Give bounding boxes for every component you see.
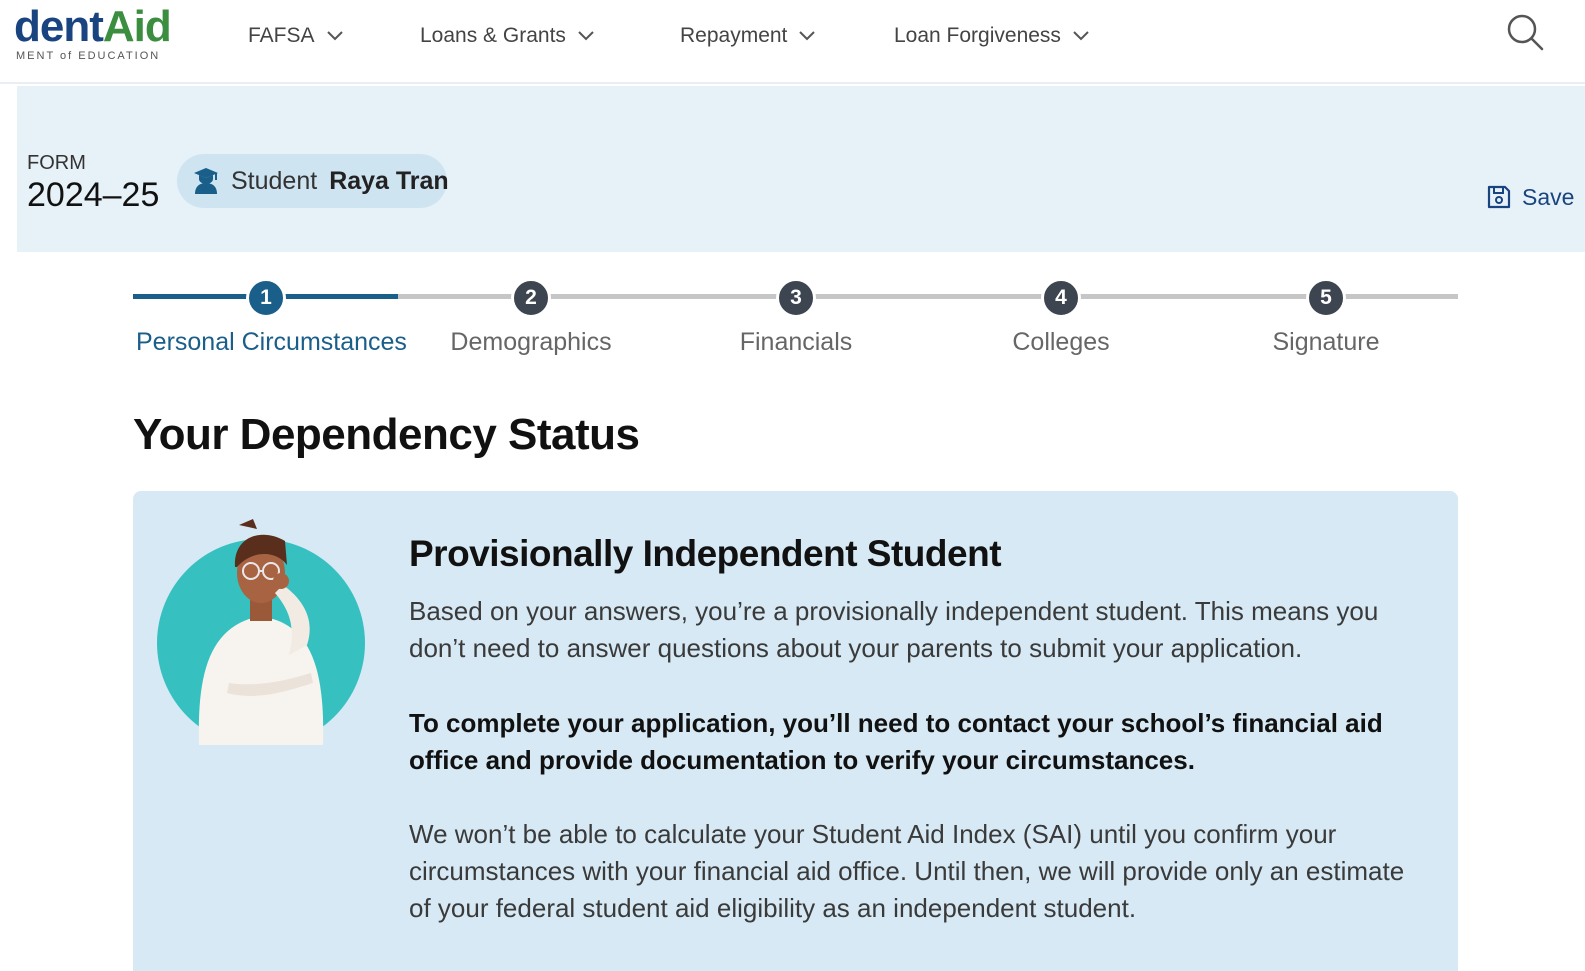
save-label: Save [1522, 183, 1575, 210]
nav-loans-grants-label: Loans & Grants [420, 24, 566, 47]
page-title: Your Dependency Status [133, 410, 640, 459]
save-disk-icon [1487, 185, 1511, 209]
logo-wordmark: dentAid [14, 2, 172, 52]
nav-loans-grants[interactable]: Loans & Grants [420, 20, 594, 52]
form-year: 2024–25 [27, 176, 160, 214]
step-label: Demographics [450, 328, 612, 356]
step-number: 2 [511, 278, 551, 318]
logo-word-dark: dent [14, 2, 104, 51]
student-graduate-icon [193, 167, 219, 195]
nav-repayment-label: Repayment [680, 24, 788, 47]
form-header-band: FORM 2024–25 Student Raya Tran Save [17, 86, 1585, 252]
step-signature[interactable]: 5 Signature [1196, 278, 1456, 357]
chevron-down-icon [799, 31, 816, 41]
card-heading: Provisionally Independent Student [409, 533, 1002, 574]
card-paragraph-intro: Based on your answers, you’re a provisio… [409, 596, 1379, 663]
student-name: Raya Tran [329, 166, 449, 195]
progress-stepper: 1 Personal Circumstances 2 Demographics … [0, 270, 1585, 370]
studentaid-logo[interactable]: dentAid MENT of EDUCATION [14, 2, 184, 68]
search-icon [1507, 14, 1544, 51]
step-label: Personal Circumstances [136, 328, 407, 356]
step-label: Colleges [1012, 328, 1110, 356]
nav-loan-forgiveness-label: Loan Forgiveness [894, 24, 1061, 47]
card-paragraph-action: To complete your application, you’ll nee… [409, 708, 1383, 775]
step-colleges[interactable]: 4 Colleges [931, 278, 1191, 357]
logo-word-green: Aid [102, 2, 172, 51]
student-thinking-illustration [157, 515, 371, 747]
nav-fafsa-label: FAFSA [248, 24, 315, 47]
form-label: FORM [27, 152, 86, 174]
nav-repayment[interactable]: Repayment [680, 20, 816, 52]
step-number: 1 [246, 278, 286, 318]
step-financials[interactable]: 3 Financials [666, 278, 926, 357]
chevron-down-icon [1073, 31, 1089, 41]
top-navigation: dentAid MENT of EDUCATION FAFSA Loans & … [0, 0, 1585, 84]
save-button[interactable]: Save [1486, 182, 1574, 212]
nav-loan-forgiveness[interactable]: Loan Forgiveness [894, 20, 1089, 52]
step-number: 3 [776, 278, 816, 318]
step-label: Signature [1272, 328, 1380, 356]
student-prefix: Student [231, 166, 318, 195]
step-number: 4 [1041, 278, 1081, 318]
nav-fafsa[interactable]: FAFSA [248, 20, 343, 52]
logo-subtitle: MENT of EDUCATION [16, 50, 161, 62]
step-demographics[interactable]: 2 Demographics [401, 278, 661, 357]
chevron-down-icon [578, 31, 594, 41]
step-label: Financials [739, 328, 853, 356]
card-paragraph-sai: We won’t be able to calculate your Stude… [409, 819, 1405, 923]
student-badge: Student Raya Tran [177, 154, 449, 208]
search-button[interactable] [1505, 12, 1545, 52]
dependency-status-card: Provisionally Independent Student Based … [133, 491, 1458, 971]
step-number: 5 [1306, 278, 1346, 318]
step-personal-circumstances[interactable]: 1 Personal Circumstances [136, 278, 407, 357]
chevron-down-icon [326, 31, 343, 41]
